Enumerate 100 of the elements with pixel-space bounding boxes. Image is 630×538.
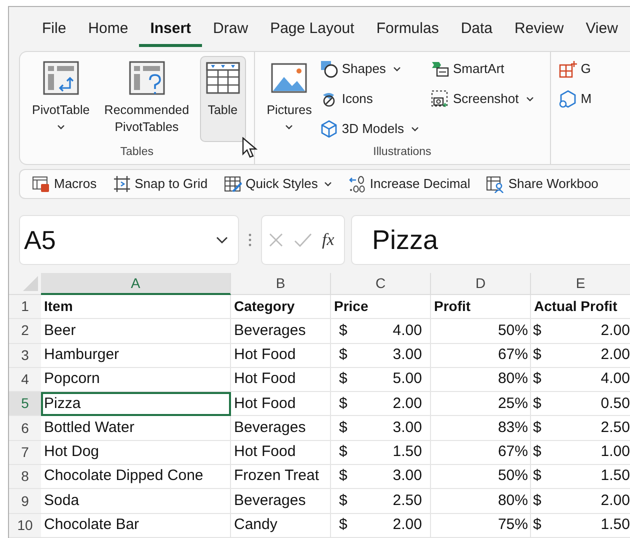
table-cell[interactable]: Bottled Water (41, 416, 231, 441)
ribbon-button[interactable]: Recommended PivotTables (98, 56, 196, 142)
header-cell-text: Item (44, 297, 73, 316)
currency-symbol: $ (339, 344, 348, 365)
header-cell-text: Category (234, 297, 295, 316)
cancel-icon (268, 232, 284, 248)
name-box[interactable]: A5 (19, 215, 239, 265)
ribbon-tab[interactable]: Data (450, 18, 504, 47)
table-cell-text: 50% (498, 320, 528, 341)
toolbar-button[interactable]: Increase Decimal (348, 174, 470, 194)
pivot-table-icon (42, 60, 80, 96)
table-cell-text: 3.00 (392, 418, 422, 438)
table-cell-text: 50% (498, 466, 528, 486)
ribbon-button[interactable]: G (558, 58, 592, 80)
table-cell-text: 5.00 (392, 369, 422, 390)
currency-symbol: $ (533, 344, 542, 365)
table-cell-text: 2.00 (600, 490, 630, 511)
table-grid-icon (204, 60, 242, 96)
ribbon-button[interactable]: PivotTable (28, 56, 94, 142)
toolbar-button[interactable]: Share Workboo (486, 174, 598, 194)
row-header[interactable]: 8 (9, 465, 41, 490)
currency-symbol: $ (533, 394, 542, 414)
ribbon-button[interactable]: M (558, 88, 592, 110)
row-header[interactable]: 6 (9, 416, 41, 441)
table-cell[interactable]: Chocolate Bar (41, 514, 231, 538)
ribbon-button[interactable]: Table (200, 56, 246, 142)
row-header[interactable]: 7 (9, 440, 41, 466)
ribbon-button[interactable]: Pictures (262, 56, 316, 142)
snap-grid-icon (112, 175, 131, 193)
grip-dots-icon (248, 233, 252, 247)
ribbon-tab[interactable]: Home (77, 18, 140, 47)
increase-decimal-icon (348, 175, 366, 193)
chevron-icon (216, 236, 228, 244)
table-cell-text: 4.00 (600, 369, 630, 390)
shapes-icon (320, 60, 338, 78)
table-brush-icon (224, 175, 242, 193)
currency-symbol: $ (339, 320, 348, 341)
table-cell-text: 80% (498, 369, 528, 390)
ribbon-tab[interactable]: Insert (139, 18, 202, 47)
hexagon-icon (558, 90, 577, 108)
row-header[interactable]: 3 (9, 344, 41, 368)
table-cell[interactable]: Pizza (41, 392, 231, 416)
group-label: Tables (119, 144, 154, 160)
ribbon-tab[interactable]: Review (504, 18, 575, 47)
table-cell-text: Candy (234, 515, 278, 536)
table-cell-text: Beverages (234, 320, 306, 341)
ribbon-tab[interactable]: Page Layout (259, 18, 366, 47)
screenshot-icon (430, 90, 449, 108)
table-cell[interactable]: Popcorn (41, 368, 231, 392)
row-header[interactable]: 1 (9, 295, 41, 320)
smartart-icon (430, 60, 449, 78)
ribbon-button[interactable]: Icons (320, 88, 419, 110)
row-header[interactable]: 2 (9, 319, 41, 344)
ribbon-tab[interactable]: Draw (202, 18, 260, 47)
currency-symbol: $ (339, 442, 348, 462)
ribbon-button[interactable]: Screenshot (430, 88, 534, 110)
ribbon-tab[interactable]: Formulas (365, 18, 450, 47)
ribbon-tab[interactable]: File (31, 18, 78, 47)
column-header[interactable]: A (41, 273, 231, 295)
column-header[interactable]: D (431, 273, 531, 295)
currency-symbol: $ (533, 490, 542, 511)
ribbon-button[interactable]: Shapes (320, 58, 419, 80)
currency-symbol: $ (533, 369, 542, 390)
table-cell[interactable]: Soda (41, 489, 231, 514)
table-cell-text: 25% (498, 394, 528, 414)
table-cell[interactable]: Chocolate Dipped Cone (41, 465, 231, 490)
row-header[interactable]: 4 (9, 368, 41, 392)
currency-symbol: $ (339, 466, 348, 486)
column-header[interactable]: E (531, 273, 630, 295)
grid-plus-icon (558, 60, 577, 78)
currency-symbol: $ (339, 369, 348, 390)
toolbar-button[interactable]: Snap to Grid (112, 174, 208, 194)
currency-symbol: $ (339, 515, 348, 536)
header-cell-text: Actual Profit (534, 297, 618, 316)
table-cell-text: Hot Food (234, 369, 296, 390)
insert-function-button[interactable]: fx (322, 227, 334, 253)
currency-symbol: $ (339, 418, 348, 438)
table-cell-text: 4.00 (392, 320, 422, 341)
ribbon-button[interactable]: 3D Models (320, 118, 419, 140)
row-header[interactable]: 5 (9, 392, 41, 416)
table-cell[interactable]: Hamburger (41, 344, 231, 368)
table-cell-text: Beverages (234, 418, 306, 438)
row-header[interactable]: 9 (9, 489, 41, 514)
table-cell-text: 75% (498, 515, 528, 536)
recommended-pivot-icon (128, 60, 166, 96)
ribbon-button[interactable]: SmartArt (430, 58, 534, 80)
toolbar-button[interactable]: Quick Styles (224, 174, 332, 194)
table-cell[interactable]: Beer (41, 319, 231, 344)
table-cell-text: Hot Food (234, 442, 296, 462)
toolbar-button[interactable]: Macros (32, 174, 97, 194)
row-header[interactable]: 10 (9, 514, 41, 538)
table-cell-text: 0.50 (600, 394, 630, 414)
table-cell[interactable]: Hot Dog (41, 440, 231, 466)
ribbon-tab[interactable]: View (574, 18, 629, 47)
column-header[interactable]: B (231, 273, 331, 295)
check-icon (294, 232, 312, 248)
table-cell-text: 1.00 (600, 442, 630, 462)
table-cell-text: Hot Food (234, 344, 296, 365)
column-header[interactable]: C (331, 273, 431, 295)
formula-field[interactable]: Pizza (351, 215, 630, 265)
